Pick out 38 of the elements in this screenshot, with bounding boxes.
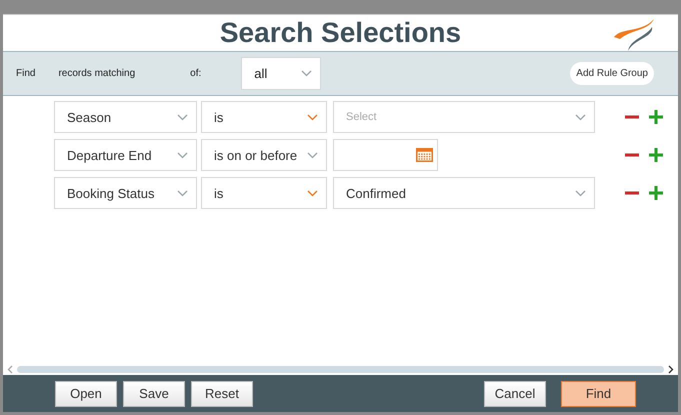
plus-icon	[649, 110, 663, 124]
cancel-button[interactable]: Cancel	[484, 380, 546, 406]
field-dropdown[interactable]: Booking Status	[54, 177, 197, 209]
chevron-icon	[307, 114, 318, 120]
footer-button[interactable]: Open	[55, 380, 117, 406]
chevron-icon	[575, 190, 586, 196]
operator-dropdown[interactable]: is on or before	[201, 139, 327, 171]
operator-dropdown[interactable]: is	[201, 177, 327, 209]
scroll-right-icon[interactable]	[668, 364, 674, 374]
plus-icon	[649, 186, 663, 200]
value-dropdown[interactable]: Confirmed	[333, 177, 595, 209]
footer-button[interactable]: Reset	[191, 380, 253, 406]
date-field[interactable]	[333, 139, 438, 171]
field-dropdown[interactable]: Season	[54, 101, 197, 133]
of-label: of:	[190, 68, 202, 79]
plus-icon	[649, 148, 663, 162]
match-dropdown[interactable]: all	[241, 57, 322, 90]
add-rule-group-button[interactable]: Add Rule Group	[570, 62, 654, 85]
footer-button[interactable]: Save	[123, 380, 185, 406]
chevron-icon	[301, 70, 312, 77]
find-button[interactable]: Find	[561, 380, 636, 406]
scroll-left-icon[interactable]	[7, 364, 13, 374]
chevron-icon	[575, 114, 586, 120]
window-title: Search Selections	[220, 17, 462, 49]
find-label: Find	[16, 68, 36, 79]
field-dropdown[interactable]: Departure End	[54, 139, 197, 171]
calendar-icon	[416, 148, 433, 162]
add-rule-button[interactable]	[649, 110, 663, 124]
chevron-icon	[307, 152, 318, 158]
chevron-icon	[177, 152, 188, 158]
records-label: records matching	[58, 68, 136, 79]
add-rule-button[interactable]	[649, 148, 663, 162]
scrollbar-thumb[interactable]	[17, 366, 664, 372]
chevron-icon	[177, 190, 188, 196]
chevron-icon	[177, 114, 188, 120]
chevron-icon	[307, 190, 318, 196]
operator-dropdown[interactable]: is	[201, 101, 327, 133]
add-rule-button[interactable]	[649, 186, 663, 200]
